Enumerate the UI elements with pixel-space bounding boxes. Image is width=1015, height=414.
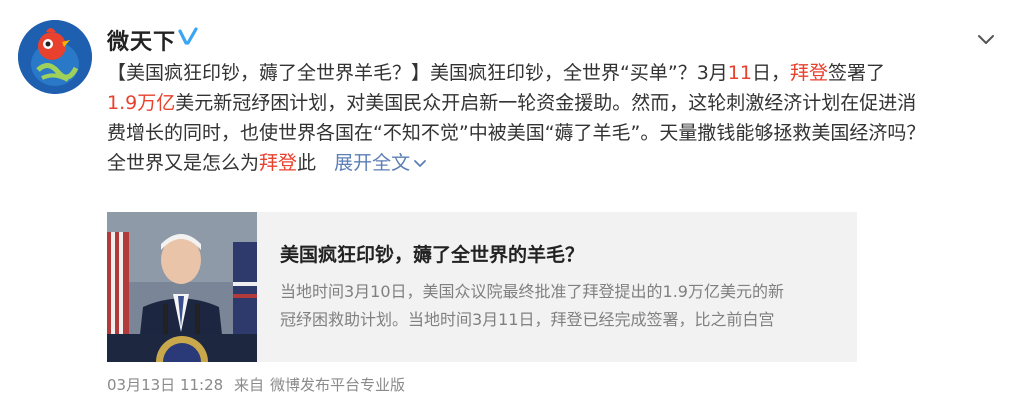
topic-link-biden[interactable]: 拜登: [259, 152, 297, 174]
highlight-amount: 1.9万亿: [107, 92, 176, 114]
article-card[interactable]: 美国疯狂印钞，薅了全世界的羊毛？ 当地时间3月10日，美国众议院最终批准了拜登提…: [107, 212, 857, 362]
expand-full-text-link[interactable]: 展开全文: [334, 152, 427, 174]
verified-v-icon: [177, 26, 199, 48]
post-line-1: 【美国疯狂印钞，薅了全世界羊毛？】美国疯狂印钞，全世界“买单”？3月11日，拜登…: [107, 58, 997, 88]
post-timestamp[interactable]: 03月13日 11:28: [107, 376, 223, 394]
article-title[interactable]: 美国疯狂印钞，薅了全世界的羊毛？: [280, 240, 584, 267]
post-line-4: 全世界又是怎么为拜登此 展开全文: [107, 148, 997, 179]
article-summary-line: 当地时间3月10日，美国众议院最终批准了拜登提出的1.9万亿美元的新: [280, 282, 784, 301]
topic-link-biden[interactable]: 拜登: [790, 62, 828, 84]
post-text-segment: 全世界又是怎么为: [107, 152, 260, 174]
post-source[interactable]: 微博发布平台专业版: [270, 376, 405, 394]
post-text-segment: 美元新冠纾困计划，对美国民众开启新一轮资金援助。然而，这轮刺激经济计划在促进消: [175, 92, 917, 114]
chevron-down-icon: [413, 149, 427, 179]
post-line-2: 1.9万亿美元新冠纾困计划，对美国民众开启新一轮资金援助。然而，这轮刺激经济计划…: [107, 88, 997, 118]
article-summary: 当地时间3月10日，美国众议院最终批准了拜登提出的1.9万亿美元的新 冠纾困救助…: [280, 278, 845, 334]
post-line-3: 费增长的同时，也使世界各国在“不知不觉”中被美国“薅了羊毛”。天量撒钱能够拯救美…: [107, 122, 926, 144]
article-thumbnail: [107, 212, 257, 362]
highlight-number: 11: [727, 62, 752, 84]
post-text-segment: 日，: [751, 62, 790, 84]
avatar[interactable]: [18, 20, 92, 94]
post-meta: 03月13日 11:28 来自 微博发布平台专业版: [107, 374, 411, 395]
account-name[interactable]: 微天下: [107, 24, 176, 56]
post-text-segment: 签署了: [828, 62, 886, 84]
expand-label: 展开全文: [334, 152, 411, 174]
post-text-segment: 此: [297, 152, 317, 174]
article-summary-line: 冠纾困救助计划。当地时间3月11日，拜登已经完成签署，比之前白宫: [280, 310, 775, 329]
source-prefix: 来自: [233, 376, 264, 394]
post-text: 【美国疯狂印钞，薅了全世界羊毛？】美国疯狂印钞，全世界“买单”？3月11日，拜登…: [107, 58, 997, 179]
post-text-segment: 【美国疯狂印钞，薅了全世界羊毛？】美国疯狂印钞，全世界“买单”？3月: [107, 62, 728, 84]
chevron-down-icon[interactable]: [975, 28, 997, 50]
